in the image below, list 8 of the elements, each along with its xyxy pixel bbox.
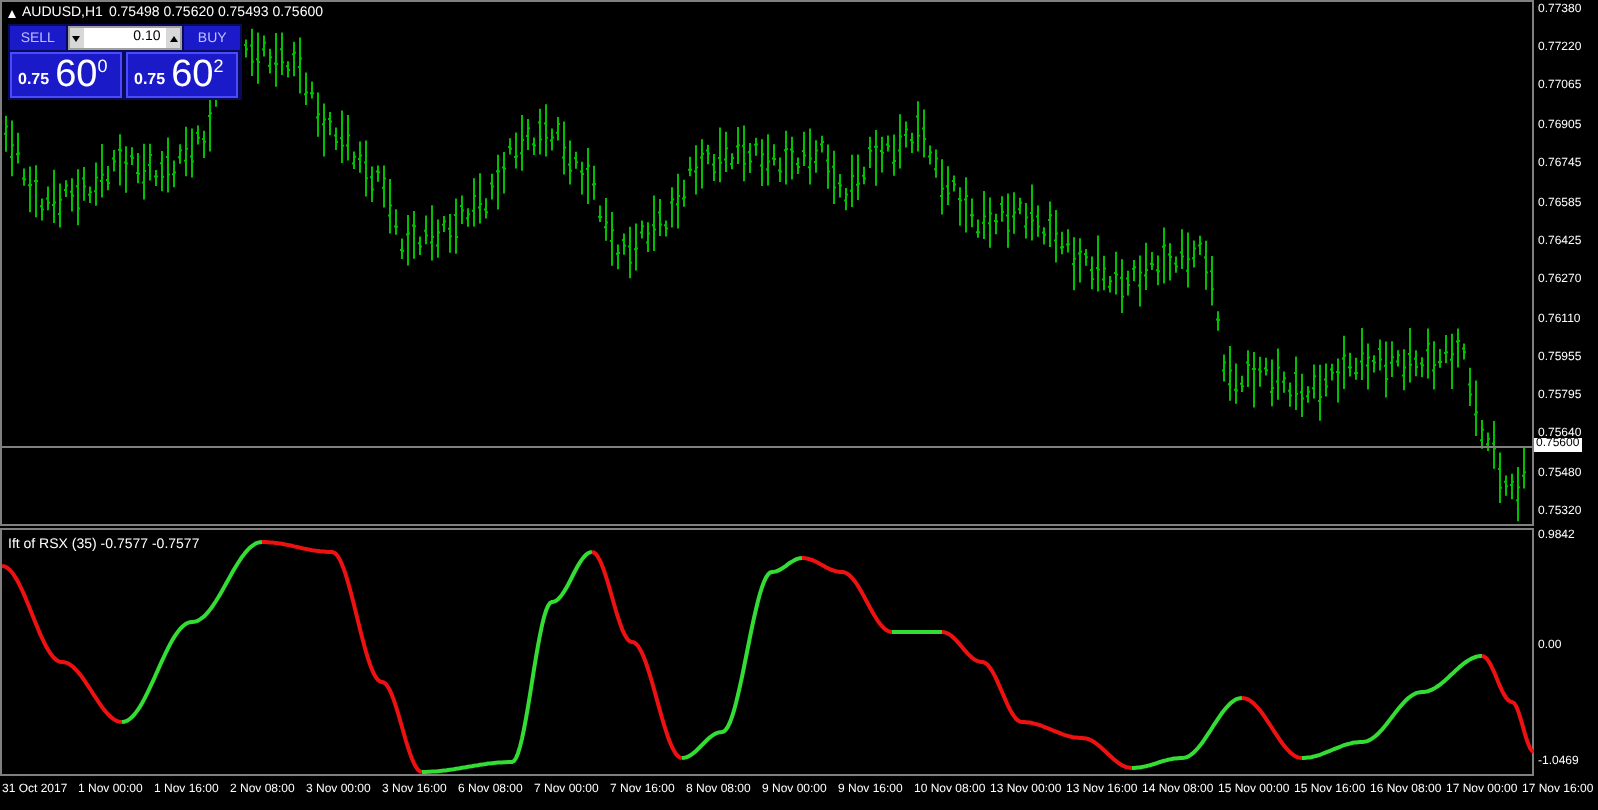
price-main: 60	[55, 56, 98, 96]
price-prefix: 0.75	[18, 68, 50, 92]
decrease-icon[interactable]	[69, 28, 84, 48]
price-superscript: 2	[213, 54, 224, 80]
price-superscript: 0	[97, 54, 108, 80]
increase-icon[interactable]	[166, 28, 181, 48]
price-main: 60	[171, 56, 214, 96]
price-prefix: 0.75	[134, 68, 166, 92]
